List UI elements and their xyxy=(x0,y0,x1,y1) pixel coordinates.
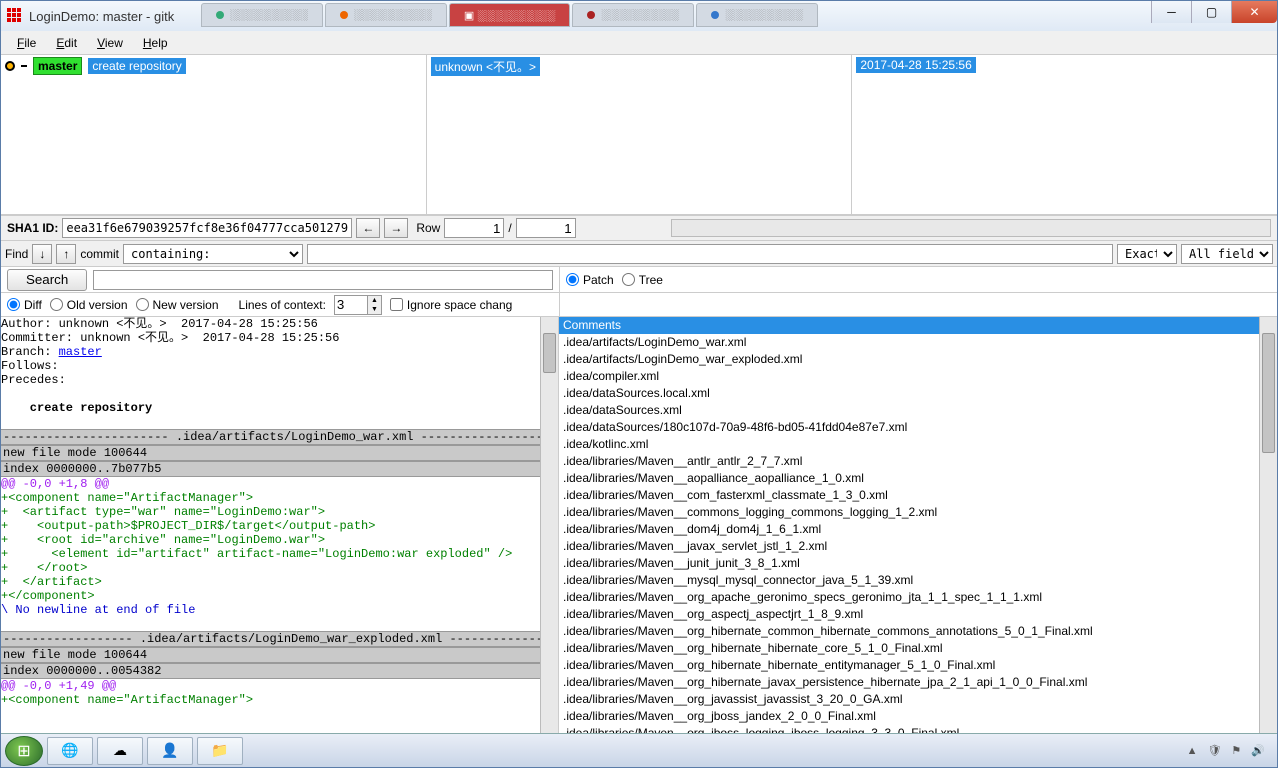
author-text: unknown <不见。> xyxy=(431,57,540,76)
author-pane[interactable]: unknown <不见。> xyxy=(427,55,853,214)
row-total-input[interactable] xyxy=(516,218,576,238)
menu-edit[interactable]: Edit xyxy=(48,34,85,52)
window-title: LoginDemo: master - gitk xyxy=(29,9,174,24)
tray-shield-icon[interactable]: 🛡 xyxy=(1207,744,1221,757)
row-label: Row xyxy=(416,221,440,235)
bg-tab-3[interactable]: ▣ ░░░░░░░░░░ xyxy=(449,3,570,27)
bg-tab-4[interactable]: ░░░░░░░░░░ xyxy=(572,3,694,27)
file-scrollbar[interactable] xyxy=(1259,317,1277,733)
commit-graph-pane[interactable]: master create repository xyxy=(1,55,427,214)
tray-up-icon[interactable]: ▲ xyxy=(1187,745,1198,757)
menubar: File Edit View Help xyxy=(1,31,1277,55)
file-item[interactable]: .idea/libraries/Maven__mysql_mysql_conne… xyxy=(559,572,1259,589)
file-item[interactable]: .idea/libraries/Maven__antlr_antlr_2_7_7… xyxy=(559,453,1259,470)
search-input[interactable] xyxy=(93,270,553,290)
os-taskbar: ⊞ 🌐 ☁ 👤 📁 ▲ 🛡 ⚑ 🔊 xyxy=(1,733,1277,767)
diff-file-header-1: ----------------------- .idea/artifacts/… xyxy=(1,429,540,445)
file-item[interactable]: .idea/libraries/Maven__com_fasterxml_cla… xyxy=(559,487,1259,504)
new-version-radio[interactable]: New version xyxy=(136,298,219,312)
date-text: 2017-04-28 15:25:56 xyxy=(856,57,975,73)
diff-file-header-2: ------------------ .idea/artifacts/Login… xyxy=(1,631,540,647)
file-item[interactable]: .idea/libraries/Maven__org_javassist_jav… xyxy=(559,691,1259,708)
file-item[interactable]: .idea/dataSources/180c107d-70a9-48f6-bd0… xyxy=(559,419,1259,436)
find-prev-button[interactable]: ↑ xyxy=(56,244,76,264)
file-list[interactable]: Comments.idea/artifacts/LoginDemo_war.xm… xyxy=(559,317,1259,733)
file-item[interactable]: .idea/libraries/Maven__org_hibernate_hib… xyxy=(559,640,1259,657)
sha-row: SHA1 ID: ← → Row / xyxy=(1,215,1277,241)
lines-of-context-label: Lines of context: xyxy=(239,298,326,312)
tray-flag-icon[interactable]: ⚑ xyxy=(1231,744,1241,757)
file-item[interactable]: .idea/libraries/Maven__org_hibernate_hib… xyxy=(559,657,1259,674)
file-item[interactable]: .idea/libraries/Maven__org_apache_geroni… xyxy=(559,589,1259,606)
file-item[interactable]: .idea/dataSources.local.xml xyxy=(559,385,1259,402)
commit-row[interactable]: master create repository xyxy=(5,57,422,75)
commit-node-icon xyxy=(5,61,15,71)
sha-input[interactable] xyxy=(62,218,352,238)
file-item[interactable]: .idea/libraries/Maven__org_aspectj_aspec… xyxy=(559,606,1259,623)
horizontal-scrollbar[interactable] xyxy=(671,219,1271,237)
maximize-button[interactable]: ▢ xyxy=(1191,1,1231,23)
lines-of-context-spinner[interactable]: ▲▼ xyxy=(334,295,382,315)
row-separator: / xyxy=(508,221,511,235)
find-type-combo[interactable]: containing: xyxy=(123,244,303,264)
minimize-button[interactable]: ─ xyxy=(1151,1,1191,23)
patch-radio[interactable]: Patch xyxy=(566,273,614,287)
taskbar-app-2[interactable]: ☁ xyxy=(97,737,143,765)
nav-forward-button[interactable]: → xyxy=(384,218,408,238)
search-button[interactable]: Search xyxy=(7,269,87,291)
file-item[interactable]: .idea/libraries/Maven__junit_junit_3_8_1… xyxy=(559,555,1259,572)
find-fields-combo[interactable]: All fields xyxy=(1181,244,1273,264)
diff-radio[interactable]: Diff xyxy=(7,298,42,312)
find-row: Find ↓ ↑ commit containing: Exact All fi… xyxy=(1,241,1277,267)
file-item[interactable]: .idea/artifacts/LoginDemo_war_exploded.x… xyxy=(559,351,1259,368)
file-item[interactable]: .idea/libraries/Maven__aopalliance_aopal… xyxy=(559,470,1259,487)
tree-radio[interactable]: Tree xyxy=(622,273,663,287)
menu-help[interactable]: Help xyxy=(135,34,176,52)
file-item[interactable]: .idea/libraries/Maven__org_hibernate_com… xyxy=(559,623,1259,640)
branch-tag[interactable]: master xyxy=(33,57,82,75)
date-pane[interactable]: 2017-04-28 15:25:56 xyxy=(852,55,1277,214)
file-item[interactable]: .idea/libraries/Maven__org_jboss_jandex_… xyxy=(559,708,1259,725)
find-match-combo[interactable]: Exact xyxy=(1117,244,1177,264)
file-item[interactable]: .idea/libraries/Maven__commons_logging_c… xyxy=(559,504,1259,521)
file-item[interactable]: .idea/compiler.xml xyxy=(559,368,1259,385)
diff-scrollbar[interactable] xyxy=(540,317,558,733)
start-button[interactable]: ⊞ xyxy=(5,736,43,766)
sha-label: SHA1 ID: xyxy=(7,221,58,235)
system-tray[interactable]: ▲ 🛡 ⚑ 🔊 xyxy=(1187,744,1273,757)
find-next-button[interactable]: ↓ xyxy=(32,244,52,264)
taskbar-app-4[interactable]: 📁 xyxy=(197,737,243,765)
file-item[interactable]: .idea/kotlinc.xml xyxy=(559,436,1259,453)
close-button[interactable]: ✕ xyxy=(1231,1,1277,23)
app-icon xyxy=(7,8,23,24)
taskbar-app-1[interactable]: 🌐 xyxy=(47,737,93,765)
taskbar-app-3[interactable]: 👤 xyxy=(147,737,193,765)
file-item[interactable]: .idea/libraries/Maven__org_hibernate_jav… xyxy=(559,674,1259,691)
file-item[interactable]: .idea/artifacts/LoginDemo_war.xml xyxy=(559,334,1259,351)
bg-tab-2[interactable]: ░░░░░░░░░░ xyxy=(325,3,447,27)
row-current-input[interactable] xyxy=(444,218,504,238)
diff-view[interactable]: Author: unknown <不见。> 2017-04-28 15:25:5… xyxy=(1,317,540,733)
bg-tab-5[interactable]: ░░░░░░░░░░ xyxy=(696,3,818,27)
nav-back-button[interactable]: ← xyxy=(356,218,380,238)
find-text-input[interactable] xyxy=(307,244,1113,264)
menu-view[interactable]: View xyxy=(89,34,131,52)
bg-tab-1[interactable]: ░░░░░░░░░░ xyxy=(201,3,323,27)
old-version-radio[interactable]: Old version xyxy=(50,298,128,312)
titlebar: LoginDemo: master - gitk ░░░░░░░░░░ ░░░░… xyxy=(1,1,1277,31)
file-item[interactable]: .idea/dataSources.xml xyxy=(559,402,1259,419)
find-commit-label: commit xyxy=(80,247,119,261)
menu-file[interactable]: File xyxy=(9,34,44,52)
ignore-space-checkbox[interactable]: Ignore space chang xyxy=(390,298,512,312)
file-item[interactable]: Comments xyxy=(559,317,1259,334)
file-item[interactable]: .idea/libraries/Maven__dom4j_dom4j_1_6_1… xyxy=(559,521,1259,538)
find-label: Find xyxy=(5,247,28,261)
file-item[interactable]: .idea/libraries/Maven__org_jboss_logging… xyxy=(559,725,1259,733)
branch-link[interactable]: master xyxy=(59,345,102,359)
tray-volume-icon[interactable]: 🔊 xyxy=(1251,744,1265,757)
commit-message: create repository xyxy=(88,58,185,74)
file-item[interactable]: .idea/libraries/Maven__javax_servlet_jst… xyxy=(559,538,1259,555)
